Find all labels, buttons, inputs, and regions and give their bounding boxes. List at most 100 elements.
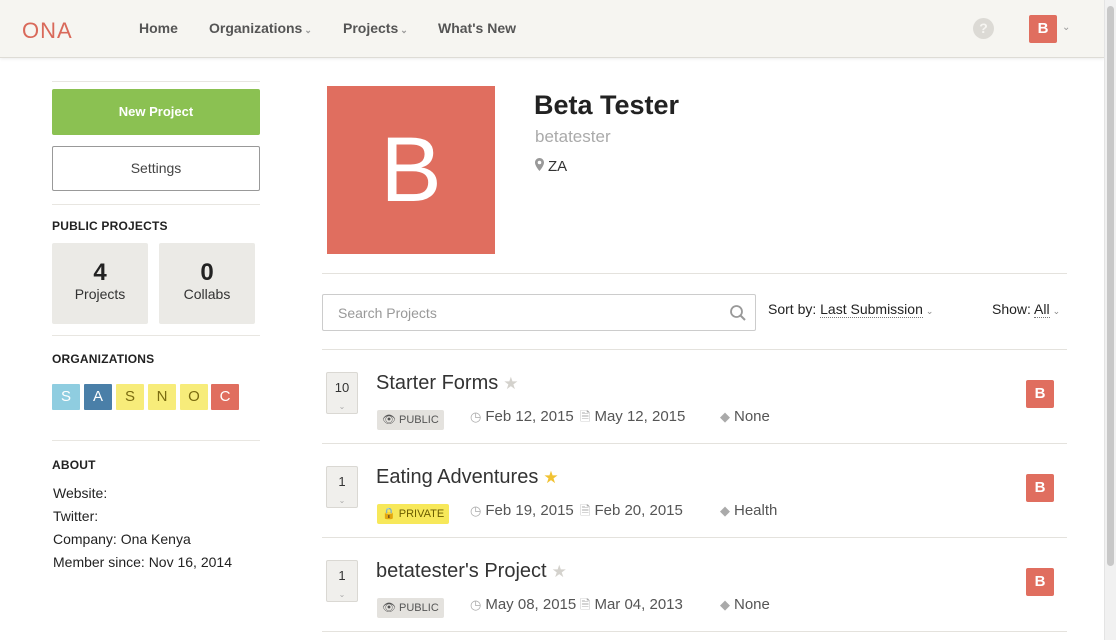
visibility-badge: 👁 PUBLIC	[377, 410, 444, 430]
chevron-down-icon[interactable]: ⌄	[1062, 22, 1070, 33]
created-date-text: Feb 12, 2015	[485, 408, 574, 425]
user-avatar[interactable]: B	[1029, 15, 1057, 43]
public-projects-heading: PUBLIC PROJECTS	[52, 219, 168, 233]
clock-icon: ◷	[470, 409, 482, 424]
show-filter-dropdown[interactable]: Show: All ⌄	[992, 301, 1060, 318]
org-chip[interactable]: C	[211, 384, 239, 410]
visibility-label: PUBLIC	[399, 414, 439, 426]
project-tag[interactable]: ◆ None	[720, 596, 770, 613]
about-heading: ABOUT	[52, 458, 96, 472]
project-tag-text: None	[734, 596, 770, 613]
updated-date-text: Mar 04, 2013	[594, 596, 683, 613]
project-title[interactable]: betatester's Project ★	[376, 560, 567, 583]
project-row: 1 ⌄ betatester's Project ★ 👁 PUBLIC ◷ May 0…	[322, 538, 1067, 632]
profile-location-text: ZA	[548, 158, 568, 175]
created-date-text: Feb 19, 2015	[485, 502, 574, 519]
profile-location: ZA	[535, 158, 567, 175]
star-icon[interactable]: ★	[543, 468, 558, 487]
tag-icon: ◆	[720, 409, 730, 424]
star-icon[interactable]: ★	[552, 562, 567, 581]
updated-date: 🗎 May 12, 2015	[580, 408, 685, 430]
project-title[interactable]: Eating Adventures ★	[376, 466, 559, 489]
project-tag[interactable]: ◆ Health	[720, 502, 777, 519]
project-tag[interactable]: ◆ None	[720, 408, 770, 425]
sort-value[interactable]: Last Submission	[820, 301, 923, 318]
project-title-text[interactable]: Starter Forms	[376, 372, 498, 394]
owner-avatar[interactable]: B	[1026, 474, 1054, 502]
search-input[interactable]	[324, 296, 720, 329]
project-row: 1 ⌄ Eating Adventures ★ 🔒 PRIVATE ◷ Feb 19,…	[322, 444, 1067, 538]
chevron-down-icon: ⌄	[304, 25, 312, 35]
scrollbar-thumb[interactable]	[1107, 6, 1114, 566]
updated-date-text: May 12, 2015	[594, 408, 686, 425]
nav-home[interactable]: Home	[139, 20, 178, 36]
eye-icon: 👁	[382, 602, 396, 614]
nav-organizations[interactable]: Organizations ⌄	[209, 20, 312, 36]
org-chip[interactable]: O	[180, 384, 208, 410]
eye-icon: 👁	[382, 414, 396, 426]
org-chip[interactable]: S	[116, 384, 144, 410]
owner-avatar[interactable]: B	[1026, 568, 1054, 596]
visibility-label: PUBLIC	[399, 602, 439, 614]
tag-icon: ◆	[720, 503, 730, 518]
clock-icon: ◷	[470, 503, 482, 518]
project-tag-text: Health	[734, 502, 778, 519]
new-project-button[interactable]: New Project	[52, 89, 260, 135]
project-title-text[interactable]: Eating Adventures	[376, 466, 538, 488]
projects-stat[interactable]: 4 Projects	[52, 243, 148, 324]
about-member-since: Member since: Nov 16, 2014	[53, 554, 232, 570]
nav-home-label: Home	[139, 20, 178, 36]
about-website: Website:	[53, 485, 108, 501]
form-count-badge[interactable]: 1 ⌄	[326, 560, 358, 602]
clock-icon: ◷	[470, 597, 482, 612]
tag-icon: ◆	[720, 597, 730, 612]
search-icon[interactable]	[729, 304, 747, 322]
projects-count: 4	[93, 259, 107, 286]
show-value[interactable]: All	[1034, 301, 1050, 318]
org-chip[interactable]: N	[148, 384, 176, 410]
created-date: ◷ Feb 12, 2015	[470, 408, 574, 425]
updated-date: 🗎 Feb 20, 2015	[580, 502, 683, 524]
sort-dropdown[interactable]: Sort by: Last Submission ⌄	[768, 301, 934, 318]
org-chip[interactable]: A	[84, 384, 112, 410]
profile-name: Beta Tester	[534, 90, 680, 120]
collabs-count: 0	[200, 259, 214, 286]
star-icon[interactable]: ★	[503, 374, 518, 393]
about-twitter: Twitter:	[53, 508, 99, 524]
collabs-stat-label: Collabs	[183, 286, 231, 302]
show-prefix: Show:	[992, 301, 1031, 317]
sort-prefix: Sort by:	[768, 301, 817, 317]
profile-avatar: B	[327, 86, 495, 254]
organizations-heading: ORGANIZATIONS	[52, 352, 155, 366]
divider	[52, 81, 260, 82]
collabs-stat[interactable]: 0 Collabs	[159, 243, 255, 324]
chevron-down-icon: ⌄	[338, 590, 346, 599]
file-upload-icon: 🗎	[580, 597, 591, 612]
project-tag-text: None	[734, 408, 770, 425]
visibility-badge: 🔒 PRIVATE	[377, 504, 450, 524]
top-navbar: ONA Home Organizations ⌄ Projects ⌄ What's…	[0, 0, 1104, 58]
divider	[52, 204, 260, 205]
project-title-text[interactable]: betatester's Project	[376, 560, 547, 582]
ona-logo[interactable]: ONA	[22, 18, 73, 44]
map-pin-icon	[535, 158, 544, 174]
nav-organizations-label: Organizations	[209, 20, 303, 36]
profile-username: betatester	[535, 127, 611, 146]
org-chip[interactable]: S	[52, 384, 80, 410]
settings-button[interactable]: Settings	[52, 146, 260, 191]
project-title[interactable]: Starter Forms ★	[376, 372, 519, 395]
projects-stat-label: Projects	[74, 286, 126, 302]
form-count-badge[interactable]: 1 ⌄	[326, 466, 358, 508]
question-icon[interactable]: ?	[973, 18, 994, 39]
nav-whats-new[interactable]: What's New	[438, 20, 516, 36]
divider	[322, 631, 1067, 632]
chevron-down-icon: ⌄	[925, 306, 934, 316]
divider	[322, 273, 1067, 274]
chevron-down-icon: ⌄	[338, 496, 346, 505]
created-date: ◷ May 08, 2015	[470, 596, 576, 613]
page-scrollbar[interactable]	[1104, 0, 1116, 640]
form-count: 10	[334, 380, 350, 395]
nav-projects[interactable]: Projects ⌄	[343, 20, 408, 36]
form-count-badge[interactable]: 10 ⌄	[326, 372, 358, 414]
owner-avatar[interactable]: B	[1026, 380, 1054, 408]
